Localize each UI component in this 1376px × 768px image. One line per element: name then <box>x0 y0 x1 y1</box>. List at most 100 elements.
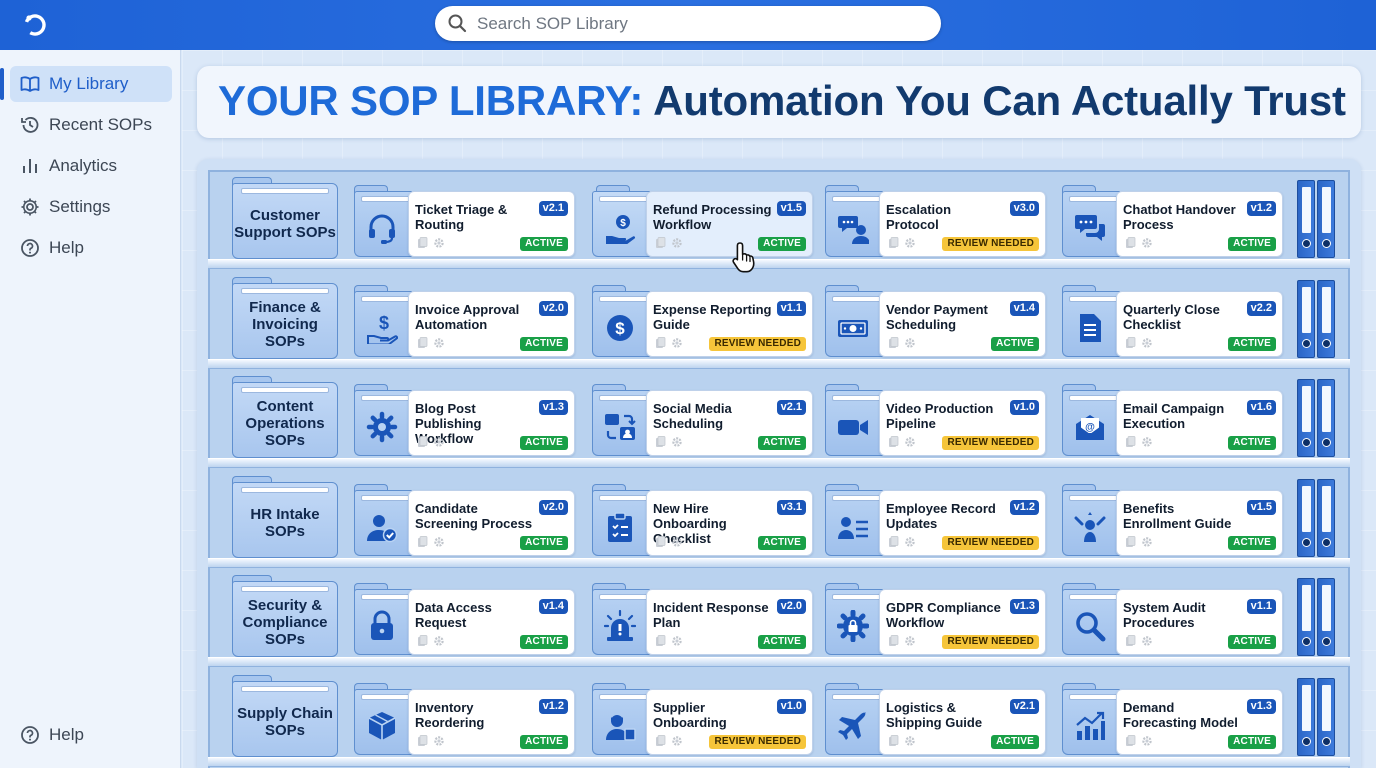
sop-card-quarterly-close-checklist[interactable]: Quarterly Close Checklist v2.2 ACTIVE <box>1062 285 1283 357</box>
category-folder-content-operations-sops[interactable]: Content Operations SOPs <box>232 376 338 458</box>
sop-title: Benefits Enrollment Guide <box>1123 501 1232 531</box>
magnifier-icon <box>1076 612 1106 642</box>
sidebar-item-settings[interactable]: Settings <box>10 189 172 225</box>
sop-title: Data Access Request <box>415 600 492 630</box>
box-icon <box>368 712 396 740</box>
sop-card-inventory-reordering[interactable]: Inventory Reordering v1.2 ACTIVE <box>354 683 575 755</box>
category-folder-security-and-compliance-sops[interactable]: Security & Compliance SOPs <box>232 575 338 657</box>
binder <box>1297 678 1315 756</box>
sop-card-gdpr-compliance-workflow[interactable]: GDPR Compliance Workflow v1.3 REVIEW NEE… <box>825 583 1046 655</box>
version-badge: v2.0 <box>538 301 568 316</box>
copy-icon <box>656 635 666 646</box>
sidebar-item-analytics[interactable]: Analytics <box>10 148 172 184</box>
copy-icon <box>889 735 899 746</box>
airplane-icon <box>838 712 866 740</box>
settings-icon <box>1142 338 1152 348</box>
category-folder-finance-and-invoicing-sops[interactable]: Finance & Invoicing SOPs <box>232 277 338 359</box>
category-folder-customer-support-sops[interactable]: Customer Support SOPs <box>232 177 338 259</box>
sop-card-logistics-and-shipping-guide[interactable]: Logistics & Shipping Guide v2.1 ACTIVE <box>825 683 1046 755</box>
status-badge: ACTIVE <box>758 237 806 251</box>
copy-and-settings-icons <box>656 536 682 547</box>
copy-and-settings-icons <box>418 536 444 547</box>
binder-set <box>1297 678 1339 756</box>
sop-title: Video Production Pipeline <box>886 401 994 431</box>
binder-set <box>1297 280 1339 358</box>
history-icon <box>21 117 39 133</box>
sop-card-employee-record-updates[interactable]: Employee Record Updates v1.2 REVIEW NEED… <box>825 484 1046 556</box>
svg-text:$: $ <box>615 319 625 338</box>
sop-card-email-campaign-execution[interactable]: @ Email Campaign Execution v1.6 ACTIVE <box>1062 384 1283 456</box>
sop-title: Expense Reporting Guide <box>653 302 772 332</box>
sop-card-incident-response-plan[interactable]: Incident Response Plan v2.0 ACTIVE <box>592 583 813 655</box>
binder-set <box>1297 578 1339 656</box>
sop-card-candidate-screening-process[interactable]: Candidate Screening Process v2.0 ACTIVE <box>354 484 575 556</box>
sop-folder: $ <box>592 191 651 257</box>
search-input[interactable] <box>477 6 917 41</box>
category-label: Supply Chain SOPs <box>237 705 333 739</box>
version-badge: v2.1 <box>538 201 568 216</box>
sop-card-refund-processing-workflow[interactable]: $ Refund Processing Workflow v1.5 ACTIVE <box>592 185 813 257</box>
sidebar: My Library Recent SOPs Analytics Setting… <box>0 50 181 768</box>
sop-folder <box>592 589 651 655</box>
sop-card-expense-reporting-guide[interactable]: $ Expense Reporting Guide v1.1 REVIEW NE… <box>592 285 813 357</box>
sop-title: Email Campaign Execution <box>1123 401 1225 431</box>
copy-icon <box>889 436 899 447</box>
sop-card-vendor-payment-scheduling[interactable]: Vendor Payment Scheduling v1.4 ACTIVE <box>825 285 1046 357</box>
status-badge: ACTIVE <box>520 536 568 550</box>
status-badge: REVIEW NEEDED <box>942 536 1039 550</box>
sop-folder <box>825 490 884 556</box>
copy-icon <box>418 536 428 547</box>
sop-title: Demand Forecasting Model <box>1123 700 1238 730</box>
page-title: YOUR SOP LIBRARY: Automation You Can Act… <box>218 77 1346 125</box>
sop-card-video-production-pipeline[interactable]: Video Production Pipeline v1.0 REVIEW NE… <box>825 384 1046 456</box>
sop-card-sheet: Vendor Payment Scheduling v1.4 ACTIVE <box>879 291 1046 357</box>
growth-chart-icon <box>1076 711 1105 740</box>
sop-card-data-access-request[interactable]: Data Access Request v1.4 ACTIVE <box>354 583 575 655</box>
sop-card-benefits-enrollment-guide[interactable]: Benefits Enrollment Guide v1.5 ACTIVE <box>1062 484 1283 556</box>
category-folder-hr-intake-sops[interactable]: HR Intake SOPs <box>232 476 338 558</box>
sop-folder <box>825 589 884 655</box>
status-badge: ACTIVE <box>758 436 806 450</box>
sop-card-invoice-approval-automation[interactable]: $ Invoice Approval Automation v2.0 ACTIV… <box>354 285 575 357</box>
sop-card-supplier-onboarding[interactable]: Supplier Onboarding v1.0 REVIEW NEEDED <box>592 683 813 755</box>
sop-card-system-audit-procedures[interactable]: System Audit Procedures v1.1 ACTIVE <box>1062 583 1283 655</box>
settings-icon <box>905 437 915 447</box>
headset-icon <box>369 214 395 244</box>
sop-card-demand-forecasting-model[interactable]: Demand Forecasting Model v1.3 ACTIVE <box>1062 683 1283 755</box>
sop-title: System Audit Procedures <box>1123 600 1206 630</box>
settings-icon <box>434 537 444 547</box>
binder <box>1317 678 1335 756</box>
copy-icon <box>889 635 899 646</box>
category-folder-supply-chain-sops[interactable]: Supply Chain SOPs <box>232 675 338 757</box>
svg-text:$: $ <box>379 313 389 333</box>
sop-card-chatbot-handover-process[interactable]: Chatbot Handover Process v1.2 ACTIVE <box>1062 185 1283 257</box>
search-bar[interactable] <box>435 6 941 41</box>
version-badge: v1.1 <box>1246 599 1276 614</box>
copy-icon <box>656 735 666 746</box>
sidebar-item-my-library[interactable]: My Library <box>0 66 172 102</box>
app-logo-icon[interactable] <box>20 11 48 39</box>
sop-card-ticket-triage-and-routing[interactable]: Ticket Triage & Routing v2.1 ACTIVE <box>354 185 575 257</box>
settings-icon <box>434 636 444 646</box>
status-badge: ACTIVE <box>520 337 568 351</box>
version-badge: v1.0 <box>776 699 806 714</box>
status-badge: REVIEW NEEDED <box>709 735 806 749</box>
sop-card-social-media-scheduling[interactable]: Social Media Scheduling v2.1 ACTIVE <box>592 384 813 456</box>
category-label: Finance & Invoicing SOPs <box>249 298 321 350</box>
settings-icon <box>672 338 682 348</box>
sidebar-item-help[interactable]: Help <box>10 230 172 266</box>
settings-icon <box>1142 238 1152 248</box>
sidebar-item-recent-sops[interactable]: Recent SOPs <box>10 107 172 143</box>
sidebar-item-label: Analytics <box>49 156 118 175</box>
sop-title: Invoice Approval Automation <box>415 302 520 332</box>
copy-icon <box>418 337 428 348</box>
settings-icon <box>905 238 915 248</box>
sop-card-escalation-protocol[interactable]: Escalation Protocol v3.0 REVIEW NEEDED <box>825 185 1046 257</box>
sop-folder <box>1062 191 1121 257</box>
copy-and-settings-icons <box>656 735 682 746</box>
sidebar-footer-help[interactable]: Help <box>10 717 172 753</box>
copy-and-settings-icons <box>418 337 444 348</box>
sop-card-new-hire-onboarding-checklist[interactable]: New Hire Onboarding Checklist v3.1 ACTIV… <box>592 484 813 556</box>
settings-icon <box>1142 636 1152 646</box>
sop-card-blog-post-publishing-workflow[interactable]: Blog Post Publishing Workflow v1.3 ACTIV… <box>354 384 575 456</box>
